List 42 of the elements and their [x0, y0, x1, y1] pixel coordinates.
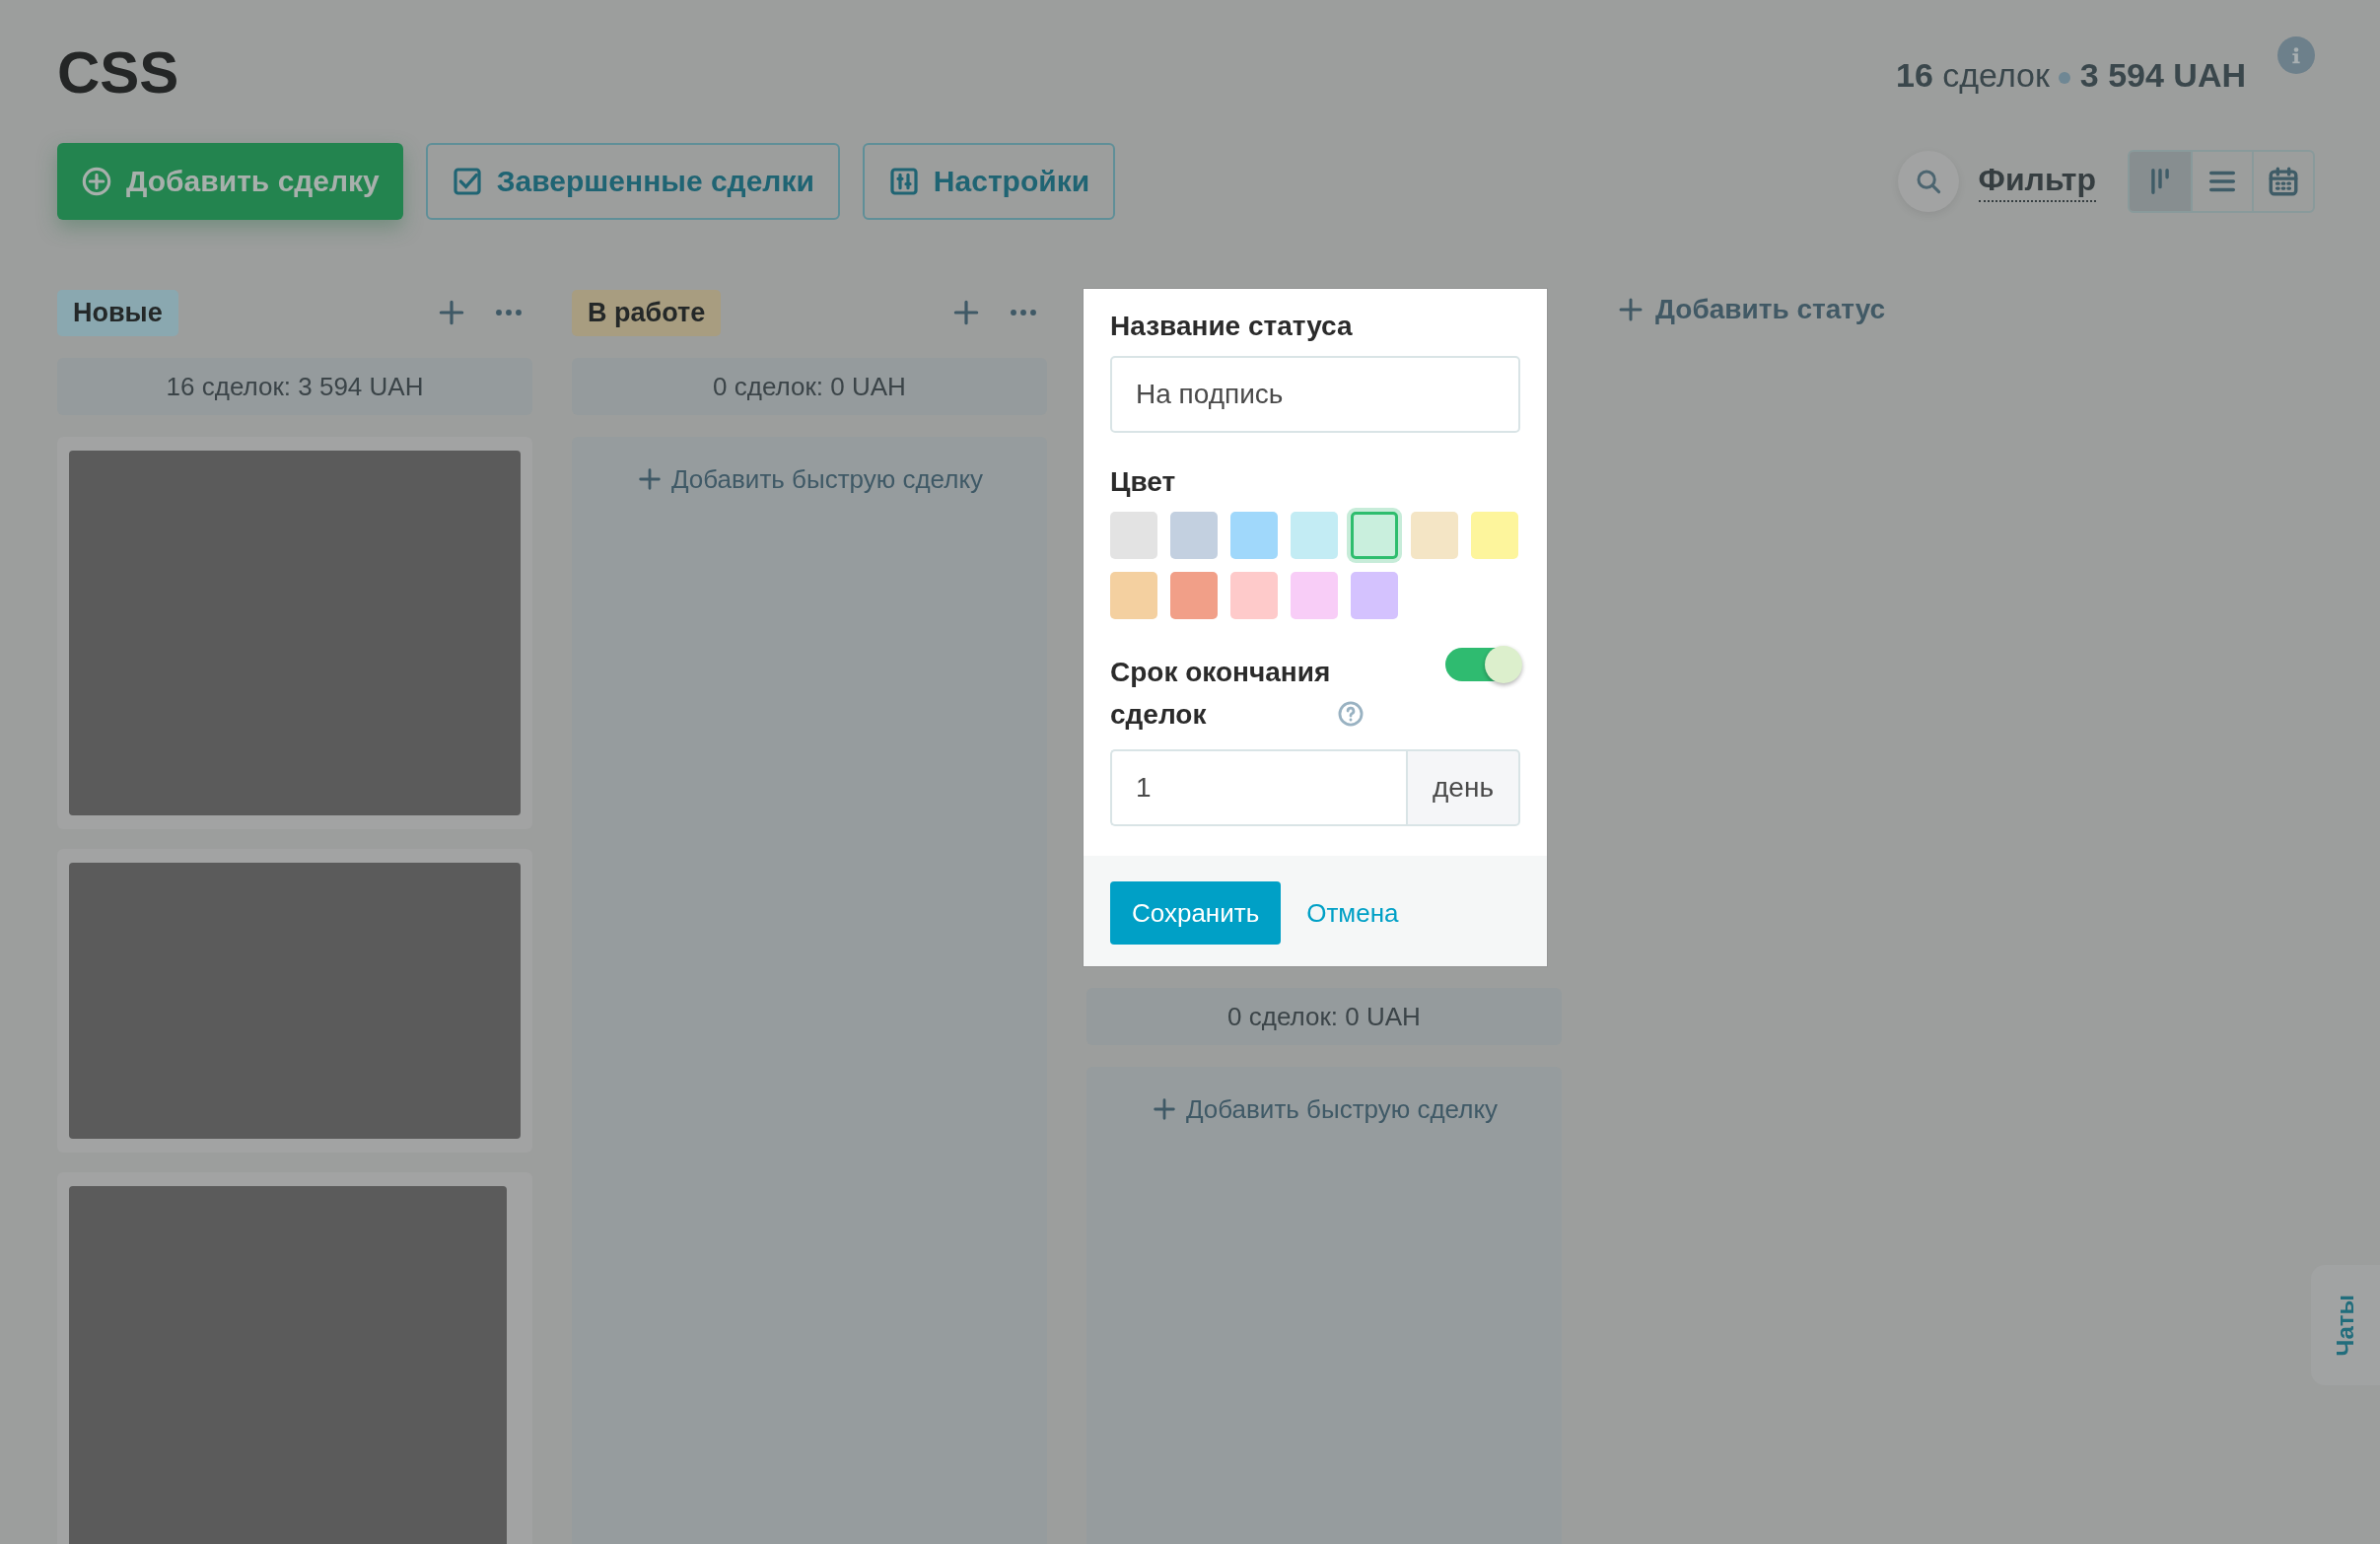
- color-swatch[interactable]: [1291, 512, 1338, 559]
- quick-add-button[interactable]: Добавить быструю сделку: [1086, 1067, 1562, 1152]
- color-swatch[interactable]: [1110, 572, 1157, 619]
- deals-summary: 16 сделок 3 594 UAH: [1896, 56, 2246, 96]
- field-label: Название статуса: [1110, 311, 1354, 342]
- cancel-link[interactable]: Отмена: [1306, 897, 1399, 929]
- calendar-icon: [2267, 165, 2300, 198]
- add-status-button[interactable]: Добавить статус: [1616, 295, 1886, 324]
- quick-add-button[interactable]: Добавить быструю сделку: [572, 437, 1047, 522]
- color-swatch[interactable]: [1351, 572, 1398, 619]
- sliders-icon: [887, 166, 920, 197]
- chats-tab[interactable]: Чаты: [2311, 1265, 2380, 1385]
- view-toggle[interactable]: [2130, 152, 2191, 211]
- color-swatch[interactable]: [1110, 512, 1157, 559]
- save-button[interactable]: Сохранить: [1110, 881, 1282, 945]
- color-swatch[interactable]: [1411, 512, 1458, 559]
- column-summary: 0 сделок: 0 UAH: [1086, 988, 1562, 1045]
- filter-link[interactable]: Фильтр: [1978, 161, 2096, 202]
- add-deal-button[interactable]: Добавить сделку: [57, 143, 403, 220]
- color-swatch[interactable]: [1170, 512, 1218, 559]
- color-swatch[interactable]: [1170, 572, 1218, 619]
- page-title: CSS: [57, 43, 179, 107]
- deadline-days-field[interactable]: 1: [1110, 749, 1406, 826]
- column-summary: 0 сделок: 0 UAH: [572, 358, 1047, 415]
- color-swatch[interactable]: [1230, 512, 1278, 559]
- settings-button[interactable]: Настройки: [862, 143, 1116, 220]
- column-summary: 16 сделок: 3 594 UAH: [57, 358, 532, 415]
- status-name-field[interactable]: На подпись: [1110, 356, 1520, 433]
- help-icon: [1337, 700, 1365, 728]
- status-tag: В работе: [572, 289, 722, 336]
- unit-label: день: [1406, 749, 1520, 826]
- completed-deals-button[interactable]: Завершенные сделки: [425, 143, 840, 220]
- plus-circle-icon: [81, 166, 112, 197]
- info-icon[interactable]: [2277, 36, 2315, 74]
- checkbox-icon: [451, 166, 483, 197]
- deadline-toggle[interactable]: [1445, 648, 1520, 681]
- color-swatch[interactable]: [1230, 572, 1278, 619]
- color-swatch[interactable]: [1291, 572, 1338, 619]
- field-label: Цвет: [1110, 466, 1177, 498]
- status-tag: Новые: [57, 289, 178, 336]
- field-label: Срок окончания сделок: [1110, 656, 1331, 732]
- color-swatch[interactable]: [1471, 512, 1518, 559]
